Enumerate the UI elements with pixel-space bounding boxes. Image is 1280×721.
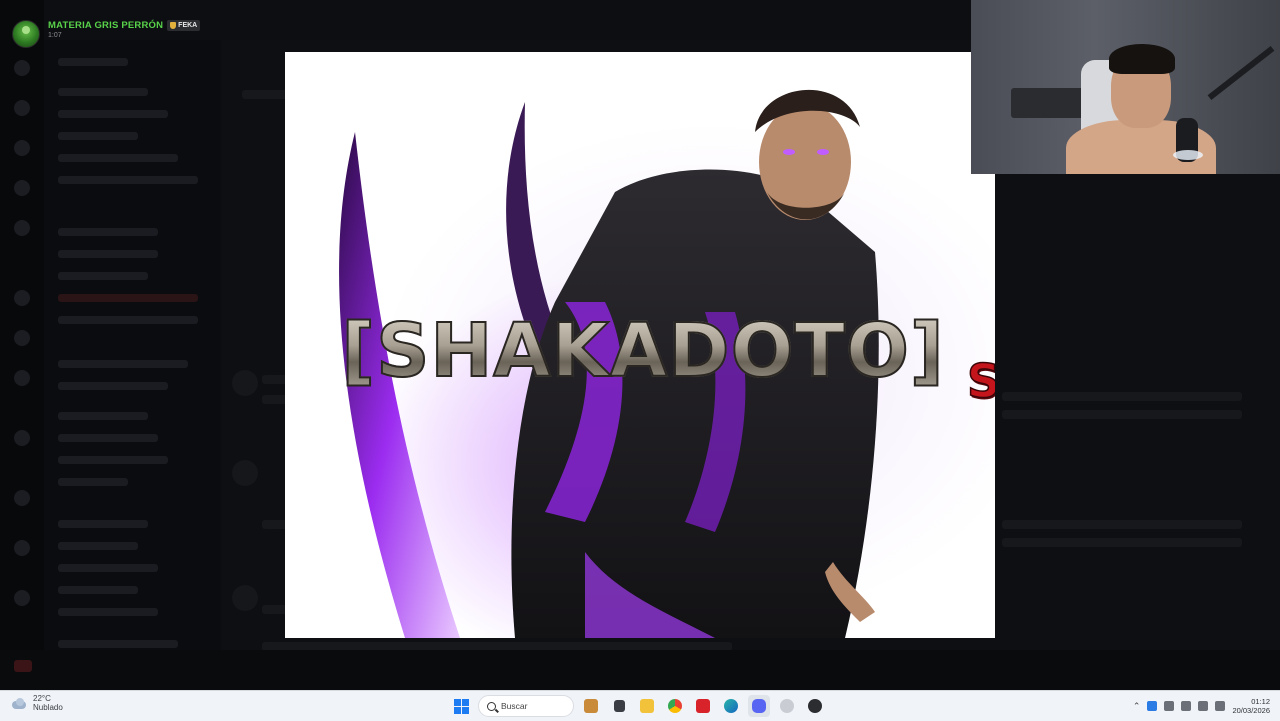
onedrive-icon[interactable] [1147,701,1158,711]
search-icon [487,701,496,711]
file-explorer-icon[interactable] [636,695,658,717]
server-icon[interactable] [14,370,30,386]
server-icon[interactable] [14,100,30,116]
discord-icon[interactable] [748,695,770,717]
stream-duration: 1:07 [48,32,62,39]
taskbar-search[interactable]: Buscar [478,695,574,717]
windows-taskbar: 22°C Nublado Buscar ⌃ 01:12 20/03/2026 [0,690,1280,721]
channel-item[interactable] [58,154,178,162]
stream-user-card[interactable]: MATERIA GRIS PERRÓN FEKA 1:07 [12,20,201,48]
weather-text: 22°C Nublado [33,694,63,712]
channel-item[interactable] [58,132,138,140]
avatar[interactable] [12,20,40,48]
weather-widget[interactable]: 22°C Nublado [10,694,63,712]
server-icon[interactable] [14,220,30,236]
channel-item[interactable] [58,456,168,464]
channel-item[interactable] [58,228,158,236]
server-rail [0,0,44,690]
wps-office-icon[interactable] [692,695,714,717]
logo-title: [SHAKADOTO] [333,296,953,406]
edge-icon[interactable] [720,695,742,717]
message-line [1002,520,1242,529]
stream-name-row: MATERIA GRIS PERRÓN FEKA [48,20,201,31]
shield-icon [170,22,177,29]
search-label: Buscar [501,701,528,711]
channel-item[interactable] [58,608,158,616]
channel-item[interactable] [58,412,148,420]
tray-app-icon[interactable] [1164,701,1175,711]
channel-item[interactable] [58,478,128,486]
stream-username[interactable]: MATERIA GRIS PERRÓN [48,20,163,31]
logo-suffix: S [966,353,995,409]
network-icon[interactable] [1198,701,1209,711]
channel-item[interactable] [58,564,158,572]
server-icon[interactable] [14,290,30,306]
widget-app-icon[interactable] [580,695,602,717]
webcam-shelf [1011,88,1091,118]
server-icon[interactable] [14,60,30,76]
channel-item[interactable] [58,434,158,442]
channel-item[interactable] [58,520,148,528]
avatar [232,585,258,611]
user-panel [0,650,1280,690]
message-line [1002,538,1242,547]
live-badge [14,660,32,672]
server-tag-badge: FEKA [167,20,201,31]
channel-list [44,40,220,680]
avatar [232,460,258,486]
chevron-up-icon[interactable]: ⌃ [1133,701,1141,712]
server-icon[interactable] [14,540,30,556]
glowing-eye [817,149,829,155]
chrome-icon[interactable] [664,695,686,717]
server-icon[interactable] [14,330,30,346]
channel-item[interactable] [58,176,198,184]
system-tray: ⌃ 01:12 20/03/2026 [1133,694,1270,718]
channel-item[interactable] [58,382,168,390]
channel-item[interactable] [58,586,138,594]
shared-screen-artwork: [SHAKADOTO] S [285,52,995,638]
channel-item[interactable] [58,272,148,280]
obs-icon[interactable] [776,695,798,717]
server-icon[interactable] [14,140,30,156]
clock-date: 20/03/2026 [1232,706,1270,715]
channel-item[interactable] [58,542,138,550]
shakadoto-logo: [SHAKADOTO] S [333,296,995,416]
server-tag-label: FEKA [178,22,198,29]
server-icon[interactable] [14,430,30,446]
clock-time: 01:12 [1251,697,1270,706]
server-icon[interactable] [14,180,30,196]
channel-item[interactable] [58,58,128,66]
ring-light-reflection [1173,150,1203,160]
streamer-hair [1109,44,1175,74]
server-icon[interactable] [14,490,30,506]
windows-logo-icon [453,698,469,714]
clock[interactable]: 01:12 20/03/2026 [1232,697,1270,715]
start-button[interactable] [450,695,472,717]
microphone-icon[interactable] [1181,701,1192,711]
weather-condition: Nublado [33,703,63,712]
channel-item[interactable] [58,640,178,648]
message-line [1002,392,1242,401]
channel-item[interactable] [58,88,148,96]
channel-item[interactable] [58,360,188,368]
cloud-icon [10,697,28,709]
channel-item[interactable] [58,250,158,258]
channel-item[interactable] [58,110,168,118]
webcam-feed [971,0,1280,174]
task-view-icon[interactable] [608,695,630,717]
stream-info: MATERIA GRIS PERRÓN FEKA 1:07 [48,20,201,39]
app-red-dot-icon[interactable] [804,695,826,717]
avatar [232,370,258,396]
message-line [1002,410,1242,419]
channel-item[interactable] [58,316,198,324]
weather-temp: 22°C [33,694,51,703]
channel-item[interactable] [58,294,198,302]
server-icon[interactable] [14,590,30,606]
volume-icon[interactable] [1215,701,1226,711]
taskbar-apps: Buscar [450,694,826,718]
glowing-eye [783,149,795,155]
